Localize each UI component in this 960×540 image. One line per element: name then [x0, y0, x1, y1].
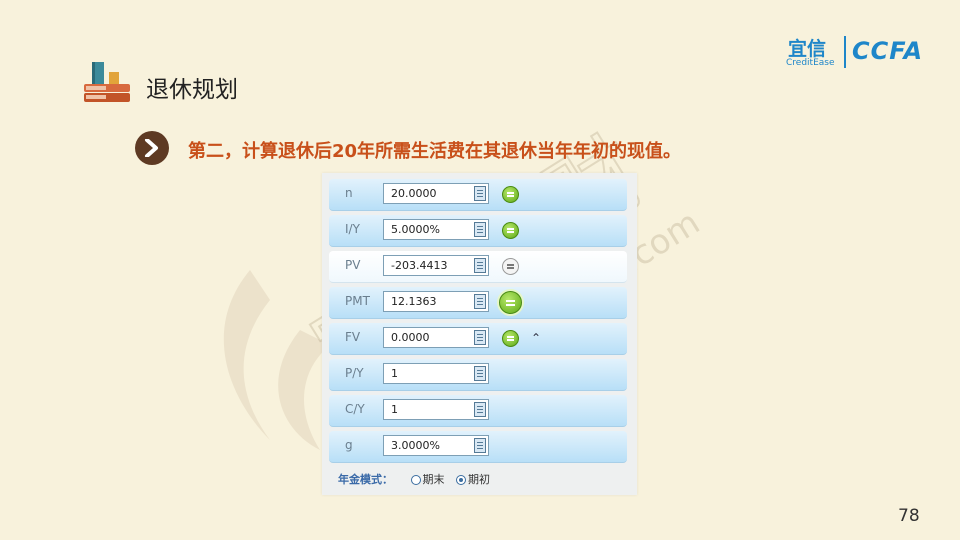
logo-divider [844, 36, 846, 68]
calculator-icon[interactable] [474, 294, 486, 309]
radio-end-label[interactable]: 期末 [423, 473, 445, 486]
row-label: PV [345, 258, 361, 272]
radio-end-mode[interactable] [410, 475, 421, 485]
row-py: P/Y 1 [329, 359, 627, 391]
row-cy: C/Y 1 [329, 395, 627, 427]
row-g: g 3.0000% [329, 431, 627, 463]
row-iy: I/Y 5.0000% [329, 215, 627, 247]
row-label: P/Y [345, 366, 364, 380]
py-input[interactable]: 1 [383, 363, 489, 384]
chevron-up-double-icon[interactable]: ⌃ [531, 331, 541, 345]
chevron-right-icon [135, 131, 169, 165]
iy-input[interactable]: 5.0000% [383, 219, 489, 240]
annuity-mode: 年金模式： 期末 期初 [338, 471, 490, 487]
calculator-icon[interactable] [474, 366, 486, 381]
row-pmt: PMT 12.1363 [329, 287, 627, 319]
fv-input[interactable]: 0.0000 [383, 327, 489, 348]
calculator-icon[interactable] [474, 258, 486, 273]
logo-ccfa: CCFA [852, 37, 924, 65]
calculator-icon[interactable] [474, 438, 486, 453]
row-label: g [345, 438, 353, 452]
row-pv: PV -203.4413 [329, 251, 627, 283]
row-fv: FV 0.0000 ⌃ [329, 323, 627, 355]
books-icon [84, 62, 130, 102]
logo-brand-cn: 宜信 [788, 38, 827, 60]
n-input[interactable]: 20.0000 [383, 183, 489, 204]
calculator-icon[interactable] [474, 402, 486, 417]
compute-pmt-button[interactable] [499, 291, 522, 314]
row-label: PMT [345, 294, 370, 308]
field-value: 0.0000 [391, 331, 430, 344]
compute-iy-button[interactable] [502, 222, 519, 239]
field-value: -203.4413 [391, 259, 448, 272]
tvm-calculator-panel: n 20.0000 I/Y 5.0000% PV -203.4413 PMT 1… [322, 173, 637, 495]
compute-n-button[interactable] [502, 186, 519, 203]
field-value: 12.1363 [391, 295, 437, 308]
calculator-icon[interactable] [474, 330, 486, 345]
pmt-input[interactable]: 12.1363 [383, 291, 489, 312]
compute-pv-button[interactable] [502, 258, 519, 275]
cy-input[interactable]: 1 [383, 399, 489, 420]
field-value: 5.0000% [391, 223, 440, 236]
page-title: 退休规划 [146, 77, 238, 103]
field-value: 1 [391, 403, 398, 416]
field-value: 3.0000% [391, 439, 440, 452]
subtitle: 第二，计算退休后20年所需生活费在其退休当年年初的现值。 [188, 141, 682, 162]
field-value: 20.0000 [391, 187, 437, 200]
logo-brand-en: CreditEase [786, 58, 835, 68]
row-n: n 20.0000 [329, 179, 627, 211]
calculator-icon[interactable] [474, 222, 486, 237]
field-value: 1 [391, 367, 398, 380]
row-label: C/Y [345, 402, 365, 416]
annuity-mode-label: 年金模式： [338, 473, 393, 486]
calculator-icon[interactable] [474, 186, 486, 201]
radio-begin-mode[interactable] [456, 475, 466, 485]
g-input[interactable]: 3.0000% [383, 435, 489, 456]
row-label: n [345, 186, 353, 200]
page-number: 78 [898, 506, 920, 526]
logo: 宜信 CreditEase CCFA [784, 34, 934, 74]
radio-begin-label[interactable]: 期初 [468, 473, 490, 486]
pv-input[interactable]: -203.4413 [383, 255, 489, 276]
row-label: I/Y [345, 222, 360, 236]
compute-fv-button[interactable] [502, 330, 519, 347]
row-label: FV [345, 330, 361, 344]
